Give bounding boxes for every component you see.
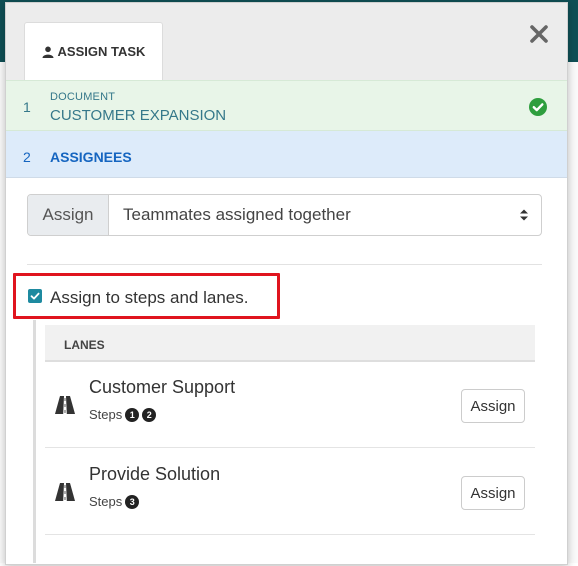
lane-steps-label: Steps	[89, 494, 123, 509]
lane-steps: Steps 1 2	[89, 407, 157, 422]
step-assignees[interactable]: 2 ASSIGNEES	[6, 131, 567, 178]
road-icon	[55, 483, 75, 501]
road-icon	[55, 396, 75, 414]
assign-lane-button[interactable]: Assign	[461, 476, 525, 510]
step-document[interactable]: 1 DOCUMENT CUSTOMER EXPANSION	[6, 80, 567, 131]
assign-steps-lanes-checkbox[interactable]	[28, 289, 42, 303]
tab-assign-task[interactable]: ASSIGN TASK	[24, 22, 163, 80]
user-icon	[42, 46, 54, 58]
tab-label: ASSIGN TASK	[57, 44, 146, 59]
assign-lane-button[interactable]: Assign	[461, 389, 525, 423]
assign-mode-select[interactable]: Teammates assigned together	[109, 195, 541, 235]
assign-mode-group: Assign Teammates assigned together	[27, 194, 542, 236]
step-number: 1	[23, 99, 31, 115]
lanes-header: LANES	[45, 325, 535, 362]
step-label: DOCUMENT	[50, 91, 116, 103]
step-badge: 1	[125, 407, 140, 422]
checkmark-icon	[30, 292, 40, 300]
lane-steps: Steps 3	[89, 494, 140, 509]
lane-steps-label: Steps	[89, 407, 123, 422]
select-caret-icon	[520, 209, 528, 221]
check-circle-icon	[529, 98, 547, 116]
close-button[interactable]	[524, 19, 554, 49]
lane-row-provide-solution: Provide Solution Steps 3 Assign	[45, 449, 535, 535]
lane-name: Provide Solution	[89, 464, 221, 484]
assign-addon-label: Assign	[28, 195, 109, 235]
document-name: CUSTOMER EXPANSION	[50, 107, 227, 124]
assign-steps-lanes-label[interactable]: Assign to steps and lanes.	[50, 288, 248, 308]
step-number: 2	[23, 149, 31, 165]
modal-header: ASSIGN TASK	[6, 3, 567, 80]
step-title: ASSIGNEES	[50, 149, 132, 165]
lane-row-customer-support: Customer Support Steps 1 2 Assign	[45, 362, 535, 448]
close-icon	[530, 25, 548, 43]
lanes-rule	[33, 320, 36, 563]
lane-name: Customer Support	[89, 377, 236, 397]
assign-mode-value: Teammates assigned together	[123, 205, 351, 224]
step-badge: 2	[142, 407, 157, 422]
lanes-panel: LANES Customer Support Steps 1 2 Assign …	[45, 325, 535, 566]
divider	[27, 264, 542, 265]
step-badge: 3	[125, 494, 140, 509]
